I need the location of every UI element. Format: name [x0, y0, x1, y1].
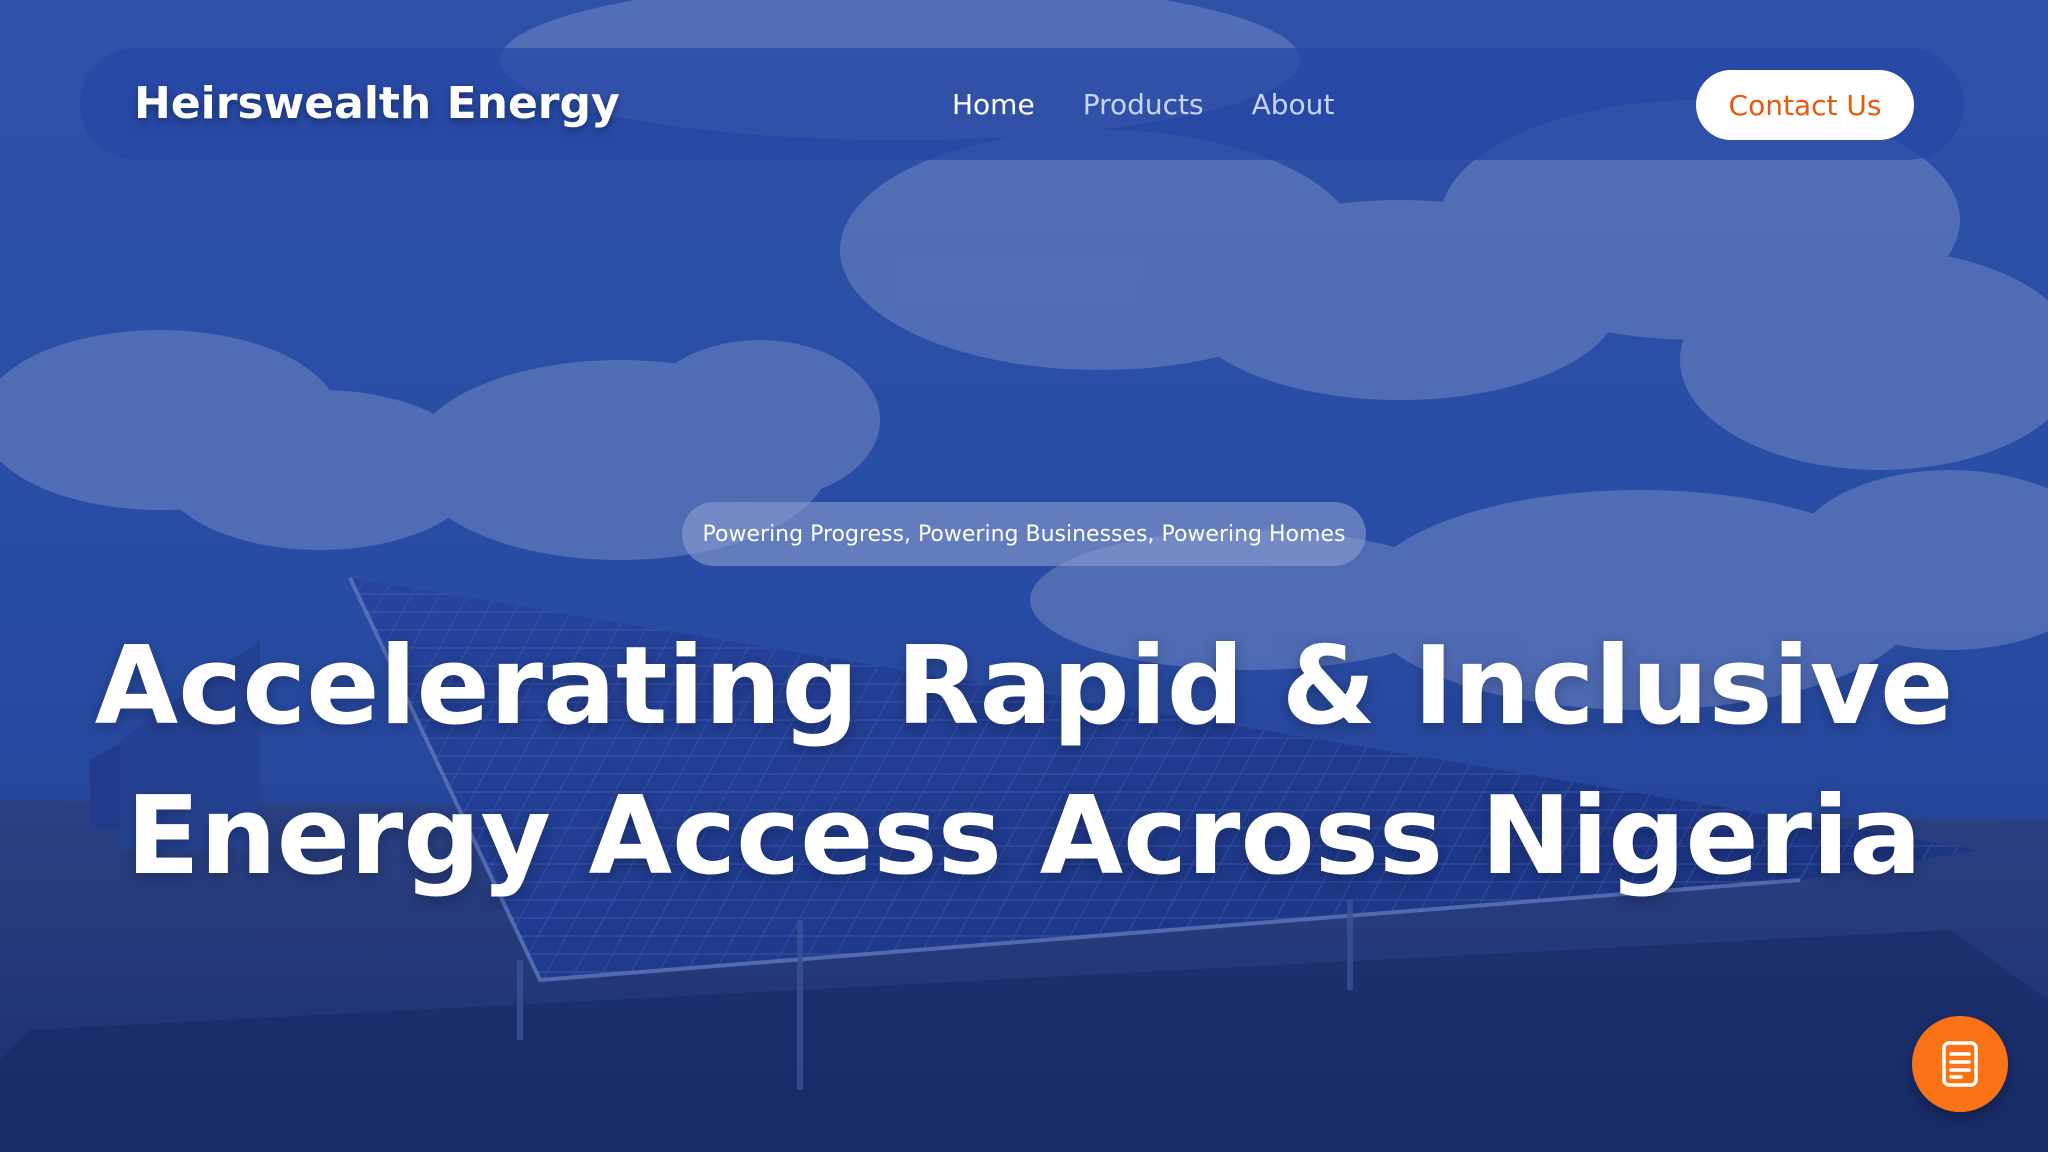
- brand-logo-text[interactable]: Heirswealth Energy: [134, 48, 620, 160]
- document-icon: [1942, 1041, 1978, 1087]
- hero-headline-line-2: Energy Access Across Nigeria: [126, 774, 1922, 899]
- primary-nav: Home Products About: [952, 48, 1334, 160]
- navbar: Heirswealth Energy Home Products About C…: [80, 48, 1964, 160]
- hero-headline: Accelerating Rapid & Inclusive Energy Ac…: [0, 612, 2048, 912]
- nav-link-home[interactable]: Home: [952, 88, 1035, 121]
- nav-link-about[interactable]: About: [1252, 88, 1335, 121]
- floating-document-button[interactable]: [1912, 1016, 2008, 1112]
- hero-overlay: [0, 0, 2048, 1152]
- nav-link-products[interactable]: Products: [1083, 88, 1204, 121]
- hero-tagline-badge: Powering Progress, Powering Businesses, …: [682, 502, 1366, 566]
- hero-headline-line-1: Accelerating Rapid & Inclusive: [94, 624, 1954, 749]
- contact-us-button[interactable]: Contact Us: [1696, 70, 1914, 140]
